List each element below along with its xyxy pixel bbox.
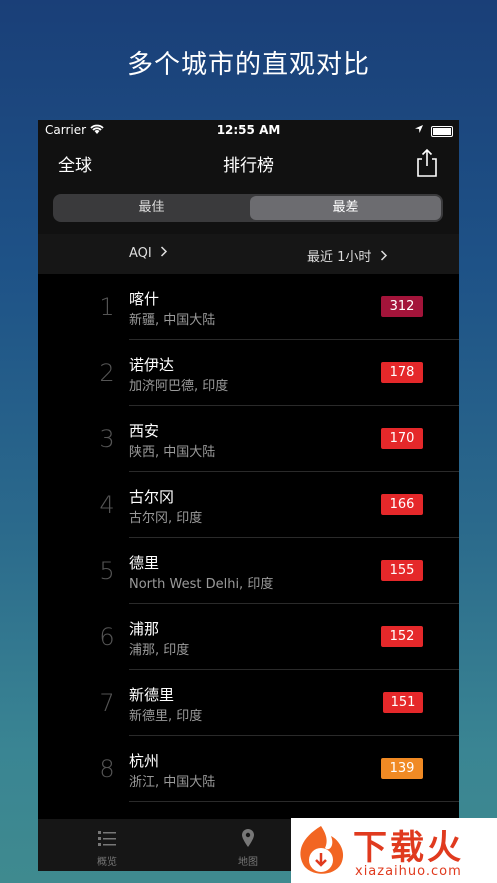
city-region: 新德里, 印度 (129, 709, 203, 724)
city-name: 诺伊达 (129, 356, 175, 374)
segment-best[interactable]: 最佳 (55, 196, 248, 220)
nav-bar: 全球 排行榜 (38, 140, 459, 192)
city-name: 德里 (129, 554, 160, 572)
segment-worst[interactable]: 最差 (250, 196, 441, 220)
status-bar: Carrier 12:55 AM (38, 120, 459, 140)
tab-overview[interactable]: 概览 (62, 827, 152, 868)
aqi-badge: 170 (381, 428, 423, 449)
map-pin-icon (242, 829, 254, 847)
city-region: 新疆, 中国大陆 (129, 313, 216, 328)
table-row[interactable]: 3 西安 陕西, 中国大陆 170 (38, 406, 459, 472)
table-row[interactable]: 1 喀什 新疆, 中国大陆 312 (38, 274, 459, 340)
city-region: 陕西, 中国大陆 (129, 445, 216, 460)
rank-number: 2 (99, 359, 115, 387)
filter-bar: AQI 最近 1小时 (38, 234, 459, 274)
city-region: 加济阿巴德, 印度 (129, 379, 229, 394)
metric-label: AQI (129, 246, 152, 261)
aqi-badge: 312 (381, 296, 423, 317)
headline: 多个城市的直观对比 (126, 50, 370, 80)
table-row[interactable]: 8 杭州 浙江, 中国大陆 139 (38, 736, 459, 802)
tab-map-label: 地图 (238, 857, 258, 868)
city-region: 浦那, 印度 (129, 643, 190, 658)
segmented-control: 最佳 最差 (53, 194, 443, 222)
aqi-badge: 151 (383, 692, 423, 713)
tab-overview-label: 概览 (97, 857, 117, 868)
aqi-badge: 166 (381, 494, 423, 515)
table-row[interactable]: 5 德里 North West Delhi, 印度 155 (38, 538, 459, 604)
aqi-badge: 152 (381, 626, 423, 647)
table-row[interactable]: 6 浦那 浦那, 印度 152 (38, 604, 459, 670)
rank-number: 6 (99, 623, 115, 651)
period-label: 最近 1小时 (307, 250, 372, 265)
flame-logo-icon (300, 826, 344, 874)
table-row[interactable]: 2 诺伊达 加济阿巴德, 印度 178 (38, 340, 459, 406)
watermark: 下载火 xiazaihuo.com (291, 818, 497, 883)
phone-screen: Carrier 12:55 AM 全球 排行榜 最佳 最差 AQI 最近 1小时… (38, 120, 459, 871)
city-region: North West Delhi, 印度 (129, 577, 274, 592)
watermark-text: 下载火 (353, 828, 464, 868)
rank-number: 1 (99, 293, 115, 321)
city-name: 喀什 (129, 290, 160, 308)
city-name: 杭州 (129, 752, 160, 770)
city-region: 浙江, 中国大陆 (129, 775, 216, 790)
aqi-badge: 178 (381, 362, 423, 383)
battery-icon (431, 126, 453, 137)
aqi-badge: 155 (381, 560, 423, 581)
rank-number: 4 (99, 491, 115, 519)
aqi-badge: 139 (381, 758, 423, 779)
table-row[interactable]: 4 古尔冈 古尔冈, 印度 166 (38, 472, 459, 538)
city-name: 浦那 (129, 620, 160, 638)
segment-container: 最佳 最差 (38, 192, 459, 234)
chevron-right-icon (160, 246, 167, 257)
city-region: 古尔冈, 印度 (129, 511, 203, 526)
share-icon[interactable] (414, 148, 440, 178)
status-time: 12:55 AM (216, 123, 281, 137)
city-name: 古尔冈 (129, 488, 175, 506)
chevron-right-icon (380, 250, 387, 261)
watermark-url: xiazaihuo.com (355, 864, 462, 879)
row-divider (129, 801, 459, 802)
rank-number: 7 (99, 689, 115, 717)
city-name: 西安 (129, 422, 160, 440)
period-filter[interactable]: 最近 1小时 (307, 246, 388, 265)
tab-map[interactable]: 地图 (203, 827, 293, 868)
page-title: 排行榜 (223, 156, 274, 176)
list-icon (98, 831, 116, 846)
city-name: 新德里 (129, 686, 175, 704)
rank-number: 3 (99, 425, 115, 453)
rank-number: 8 (99, 755, 115, 783)
location-arrow-icon (414, 123, 424, 137)
table-row[interactable]: 7 新德里 新德里, 印度 151 (38, 670, 459, 736)
metric-filter[interactable]: AQI (129, 246, 168, 261)
rank-number: 5 (99, 557, 115, 585)
